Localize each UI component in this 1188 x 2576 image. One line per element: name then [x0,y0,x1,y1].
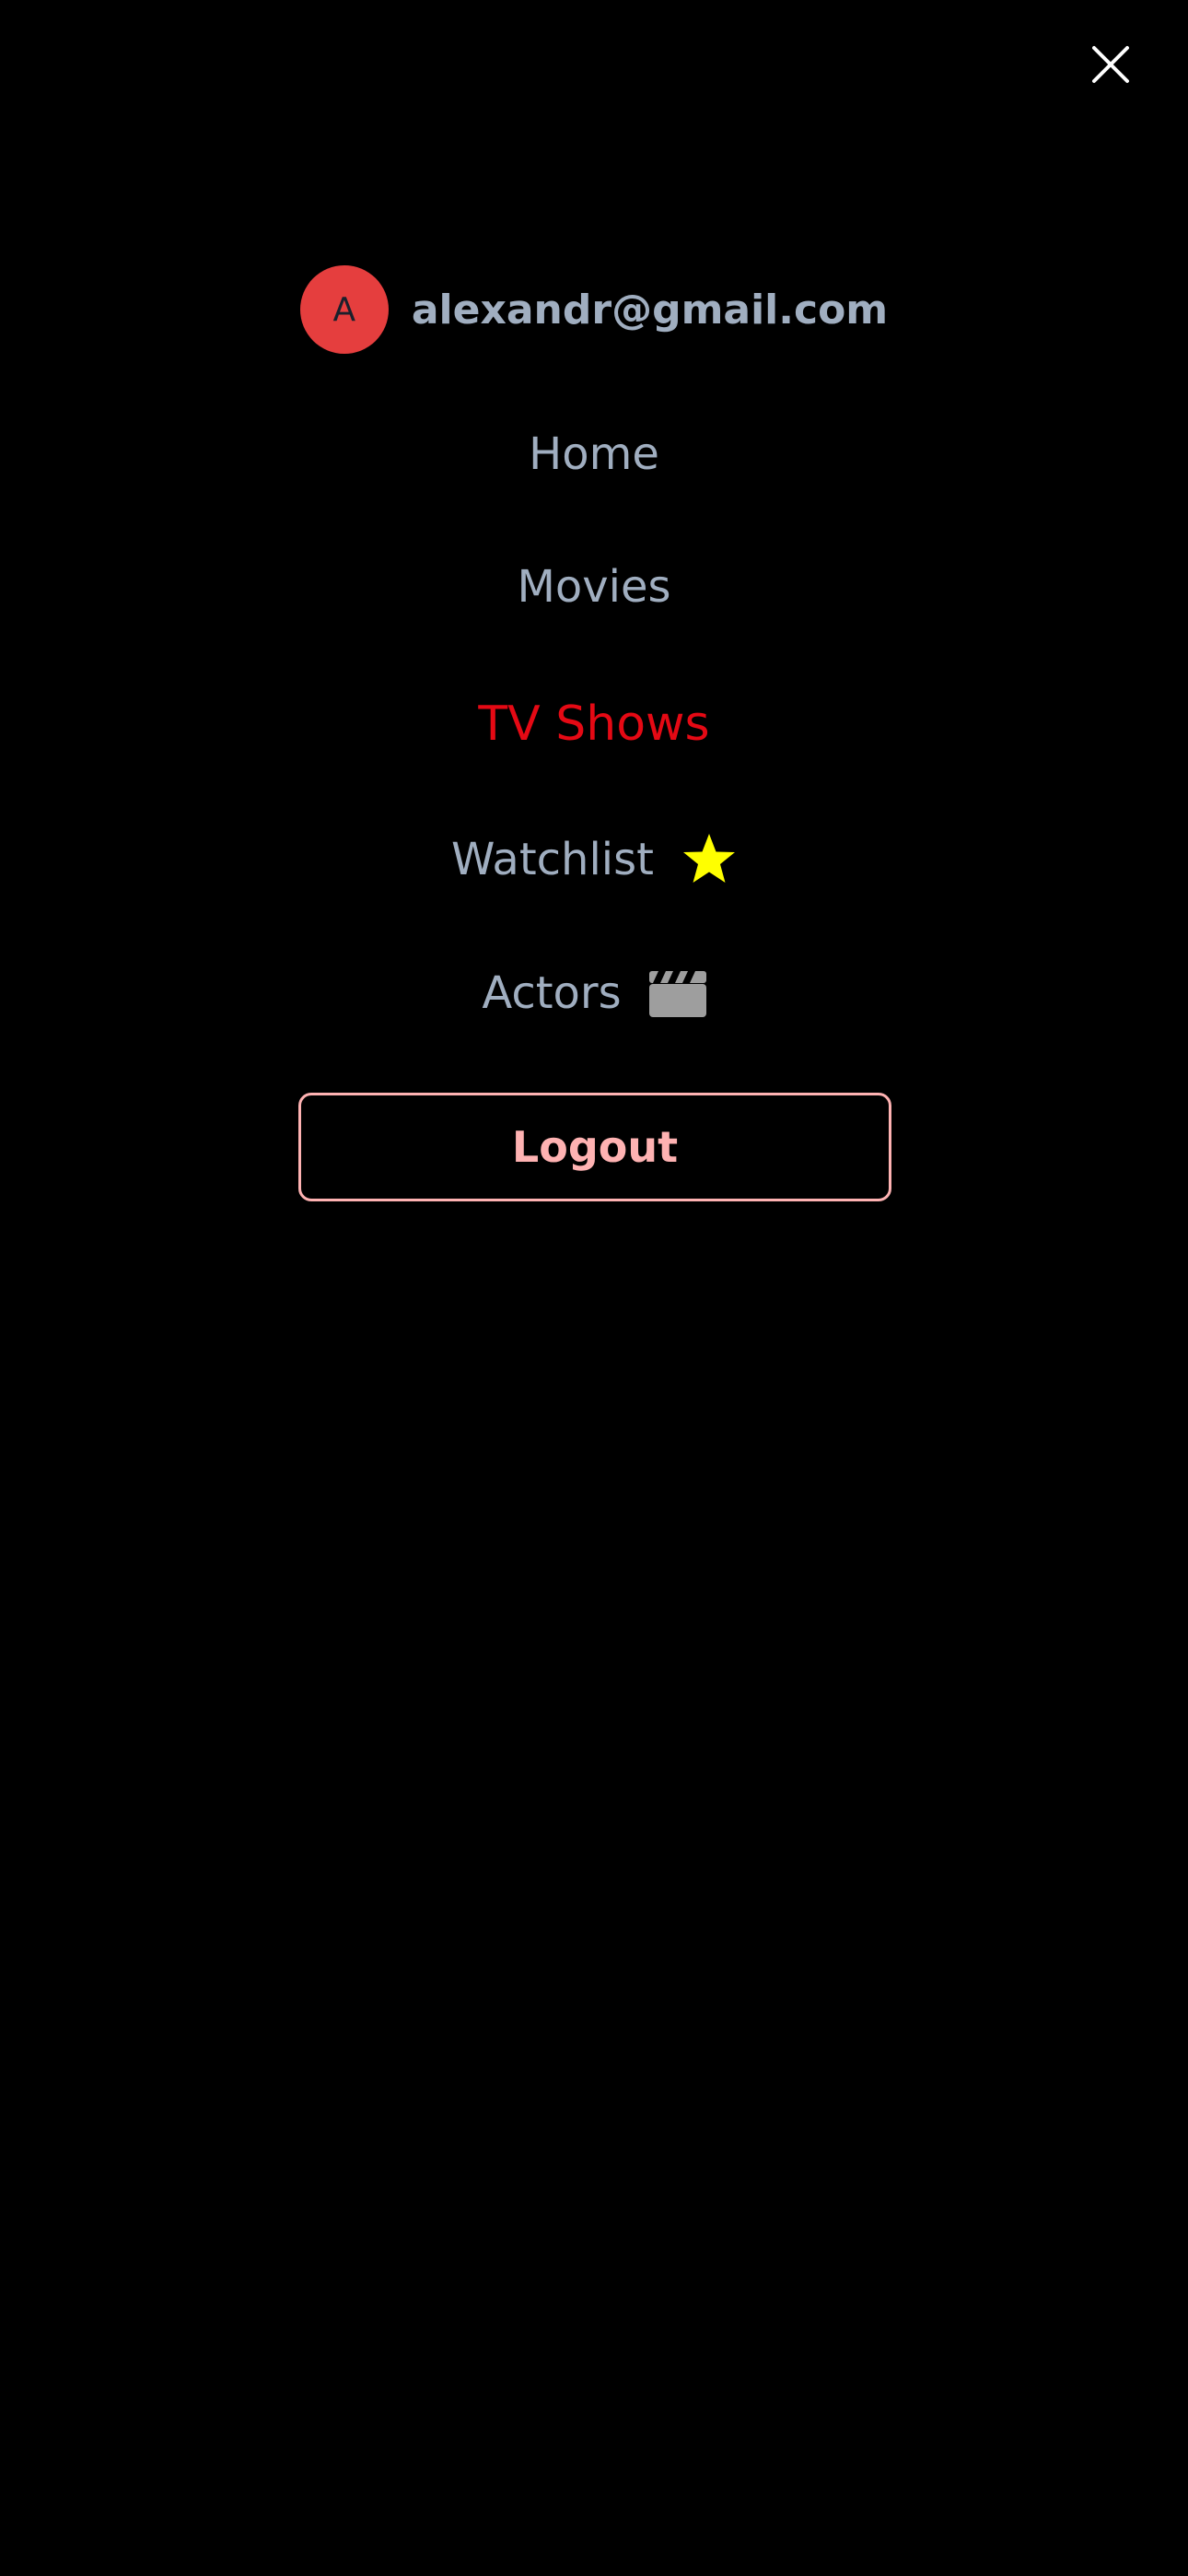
close-button[interactable] [1083,37,1138,92]
nav-item-watchlist[interactable]: Watchlist [0,825,1188,895]
user-email: alexandr@gmail.com [411,286,889,334]
nav-item-actors[interactable]: Actors [0,958,1188,1028]
logout-button[interactable]: Logout [298,1093,891,1201]
nav-item-label: Home [529,428,659,480]
clapperboard-icon [648,969,706,1017]
avatar-initial: A [332,290,356,329]
mobile-menu: A alexandr@gmail.com Home Movies TV Show… [0,0,1188,2576]
close-icon [1092,46,1129,83]
nav-item-label: Actors [482,967,622,1019]
nav-item-label: Movies [517,561,671,613]
nav-item-tv-shows[interactable]: TV Shows [0,687,1188,761]
user-info: A alexandr@gmail.com [0,265,1188,354]
avatar[interactable]: A [299,265,389,354]
nav-item-home[interactable]: Home [0,419,1188,489]
nav-item-label: TV Shows [478,697,710,752]
star-icon [681,832,737,887]
nav-item-label: Watchlist [451,834,654,885]
nav-item-movies[interactable]: Movies [0,552,1188,622]
